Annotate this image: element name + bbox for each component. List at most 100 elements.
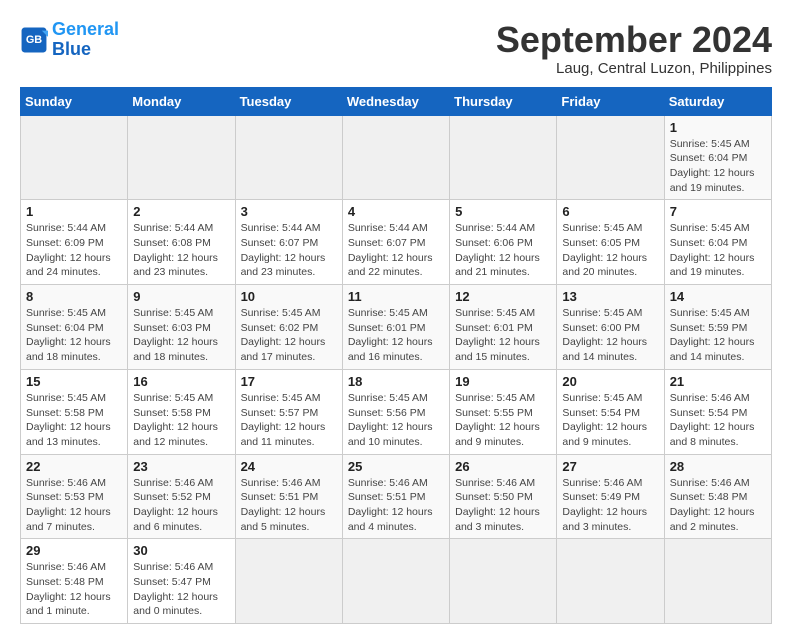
day-cell xyxy=(235,115,342,200)
day-number: 13 xyxy=(562,289,658,304)
logo-icon: GB xyxy=(20,26,48,54)
day-detail: Sunrise: 5:46 AMSunset: 5:51 PMDaylight:… xyxy=(241,476,337,535)
day-detail: Sunrise: 5:45 AMSunset: 6:04 PMDaylight:… xyxy=(670,221,766,280)
week-row-4: 22 Sunrise: 5:46 AMSunset: 5:53 PMDayligh… xyxy=(21,454,772,539)
day-detail: Sunrise: 5:45 AMSunset: 6:01 PMDaylight:… xyxy=(348,306,444,365)
header: GB GeneralBlue September 2024 Laug, Cent… xyxy=(20,20,772,77)
day-cell: 9Sunrise: 5:45 AMSunset: 6:03 PMDaylight… xyxy=(128,285,235,370)
day-cell xyxy=(557,115,664,200)
day-cell xyxy=(342,539,449,624)
day-cell: 12 Sunrise: 5:45 AMSunset: 6:01 PMDayligh… xyxy=(450,285,557,370)
day-detail: Sunrise: 5:45 AMSunset: 5:54 PMDaylight:… xyxy=(562,391,658,450)
day-cell: 28Sunrise: 5:46 AMSunset: 5:48 PMDayligh… xyxy=(664,454,771,539)
day-number: 10 xyxy=(241,289,337,304)
day-cell: 5Sunrise: 5:44 AMSunset: 6:06 PMDaylight… xyxy=(450,200,557,285)
day-detail: Sunrise: 5:45 AMSunset: 6:01 PMDaylight:… xyxy=(455,306,551,365)
day-cell: 23 Sunrise: 5:46 AMSunset: 5:52 PMDayligh… xyxy=(128,454,235,539)
day-cell: 7 Sunrise: 5:45 AMSunset: 6:04 PMDaylight… xyxy=(664,200,771,285)
day-cell: 17 Sunrise: 5:45 AMSunset: 5:57 PMDayligh… xyxy=(235,369,342,454)
day-detail: Sunrise: 5:45 AMSunset: 5:57 PMDaylight:… xyxy=(241,391,337,450)
header-friday: Friday xyxy=(557,87,664,115)
day-number: 26 xyxy=(455,459,551,474)
day-detail: Sunrise: 5:44 AMSunset: 6:08 PMDaylight:… xyxy=(133,221,229,280)
day-detail: Sunrise: 5:44 AMSunset: 6:09 PMDaylight:… xyxy=(26,221,122,280)
day-number: 4 xyxy=(348,204,444,219)
week-row-2: 8 Sunrise: 5:45 AMSunset: 6:04 PMDaylight… xyxy=(21,285,772,370)
day-cell xyxy=(664,539,771,624)
day-detail: Sunrise: 5:46 AMSunset: 5:47 PMDaylight:… xyxy=(133,560,229,619)
day-cell xyxy=(21,115,128,200)
day-cell: 8 Sunrise: 5:45 AMSunset: 6:04 PMDaylight… xyxy=(21,285,128,370)
day-cell: 13 Sunrise: 5:45 AMSunset: 6:00 PMDayligh… xyxy=(557,285,664,370)
day-cell: 21 Sunrise: 5:46 AMSunset: 5:54 PMDayligh… xyxy=(664,369,771,454)
day-detail: Sunrise: 5:46 AMSunset: 5:50 PMDaylight:… xyxy=(455,476,551,535)
day-cell: 2 Sunrise: 5:44 AMSunset: 6:08 PMDaylight… xyxy=(128,200,235,285)
title-area: September 2024 Laug, Central Luzon, Phil… xyxy=(496,20,772,77)
logo: GB GeneralBlue xyxy=(20,20,119,60)
day-detail: Sunrise: 5:45 AMSunset: 6:04 PMDaylight:… xyxy=(670,137,766,196)
day-cell: 19Sunrise: 5:45 AMSunset: 5:55 PMDayligh… xyxy=(450,369,557,454)
day-detail: Sunrise: 5:46 AMSunset: 5:49 PMDaylight:… xyxy=(562,476,658,535)
day-cell xyxy=(450,115,557,200)
day-cell: 30 Sunrise: 5:46 AMSunset: 5:47 PMDayligh… xyxy=(128,539,235,624)
day-number: 22 xyxy=(26,459,122,474)
day-number: 8 xyxy=(26,289,122,304)
week-row-1: 1Sunrise: 5:44 AMSunset: 6:09 PMDaylight… xyxy=(21,200,772,285)
day-detail: Sunrise: 5:44 AMSunset: 6:07 PMDaylight:… xyxy=(348,221,444,280)
day-number: 12 xyxy=(455,289,551,304)
logo-text: GeneralBlue xyxy=(52,20,119,60)
day-detail: Sunrise: 5:44 AMSunset: 6:07 PMDaylight:… xyxy=(241,221,337,280)
day-number: 15 xyxy=(26,374,122,389)
day-detail: Sunrise: 5:46 AMSunset: 5:54 PMDaylight:… xyxy=(670,391,766,450)
day-number: 24 xyxy=(241,459,337,474)
day-number: 23 xyxy=(133,459,229,474)
day-detail: Sunrise: 5:45 AMSunset: 6:04 PMDaylight:… xyxy=(26,306,122,365)
day-detail: Sunrise: 5:45 AMSunset: 6:00 PMDaylight:… xyxy=(562,306,658,365)
day-number: 17 xyxy=(241,374,337,389)
day-number: 6 xyxy=(562,204,658,219)
day-number: 30 xyxy=(133,543,229,558)
week-row-0: 1Sunrise: 5:45 AMSunset: 6:04 PMDaylight… xyxy=(21,115,772,200)
day-cell: 10 Sunrise: 5:45 AMSunset: 6:02 PMDayligh… xyxy=(235,285,342,370)
day-number: 18 xyxy=(348,374,444,389)
days-header-row: SundayMondayTuesdayWednesdayThursdayFrid… xyxy=(21,87,772,115)
day-cell: 22 Sunrise: 5:46 AMSunset: 5:53 PMDayligh… xyxy=(21,454,128,539)
day-cell: 20 Sunrise: 5:45 AMSunset: 5:54 PMDayligh… xyxy=(557,369,664,454)
day-number: 19 xyxy=(455,374,551,389)
day-detail: Sunrise: 5:45 AMSunset: 6:02 PMDaylight:… xyxy=(241,306,337,365)
week-row-5: 29Sunrise: 5:46 AMSunset: 5:48 PMDayligh… xyxy=(21,539,772,624)
week-row-3: 15 Sunrise: 5:45 AMSunset: 5:58 PMDayligh… xyxy=(21,369,772,454)
header-thursday: Thursday xyxy=(450,87,557,115)
day-number: 9 xyxy=(133,289,229,304)
day-cell: 15 Sunrise: 5:45 AMSunset: 5:58 PMDayligh… xyxy=(21,369,128,454)
day-cell: 26 Sunrise: 5:46 AMSunset: 5:50 PMDayligh… xyxy=(450,454,557,539)
day-detail: Sunrise: 5:46 AMSunset: 5:52 PMDaylight:… xyxy=(133,476,229,535)
day-number: 2 xyxy=(133,204,229,219)
day-cell: 29Sunrise: 5:46 AMSunset: 5:48 PMDayligh… xyxy=(21,539,128,624)
day-number: 7 xyxy=(670,204,766,219)
day-number: 16 xyxy=(133,374,229,389)
day-detail: Sunrise: 5:45 AMSunset: 5:58 PMDaylight:… xyxy=(26,391,122,450)
day-number: 21 xyxy=(670,374,766,389)
header-sunday: Sunday xyxy=(21,87,128,115)
day-number: 5 xyxy=(455,204,551,219)
header-monday: Monday xyxy=(128,87,235,115)
day-number: 20 xyxy=(562,374,658,389)
day-detail: Sunrise: 5:46 AMSunset: 5:53 PMDaylight:… xyxy=(26,476,122,535)
day-detail: Sunrise: 5:45 AMSunset: 5:56 PMDaylight:… xyxy=(348,391,444,450)
day-number: 11 xyxy=(348,289,444,304)
day-cell: 18 Sunrise: 5:45 AMSunset: 5:56 PMDayligh… xyxy=(342,369,449,454)
day-number: 27 xyxy=(562,459,658,474)
day-cell xyxy=(557,539,664,624)
day-cell: 6Sunrise: 5:45 AMSunset: 6:05 PMDaylight… xyxy=(557,200,664,285)
header-saturday: Saturday xyxy=(664,87,771,115)
day-number: 28 xyxy=(670,459,766,474)
day-cell: 25Sunrise: 5:46 AMSunset: 5:51 PMDayligh… xyxy=(342,454,449,539)
day-number: 14 xyxy=(670,289,766,304)
location-title: Laug, Central Luzon, Philippines xyxy=(496,60,772,77)
day-cell: 24 Sunrise: 5:46 AMSunset: 5:51 PMDayligh… xyxy=(235,454,342,539)
day-cell xyxy=(235,539,342,624)
day-number: 3 xyxy=(241,204,337,219)
day-cell: 16Sunrise: 5:45 AMSunset: 5:58 PMDayligh… xyxy=(128,369,235,454)
day-cell: 1Sunrise: 5:44 AMSunset: 6:09 PMDaylight… xyxy=(21,200,128,285)
